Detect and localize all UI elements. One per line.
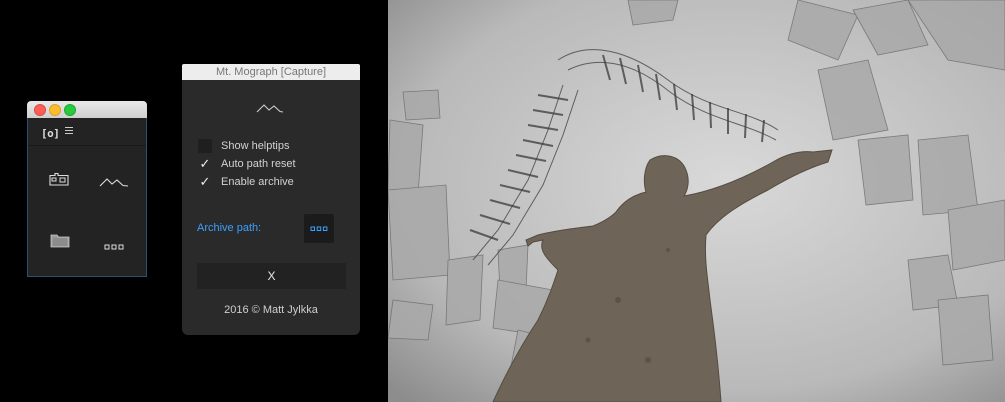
mini-window-titlebar[interactable] (27, 101, 147, 118)
dots-icon (310, 226, 328, 231)
mini-window: [o] (27, 101, 147, 277)
show-helptips-checkbox[interactable] (198, 139, 212, 153)
enable-archive-checkbox[interactable]: ✓ (198, 175, 212, 189)
capture-settings-panel: Show helptips ✓ Auto path reset ✓ Enable… (182, 80, 360, 335)
mountain-icon (256, 104, 284, 113)
archive-folder-button[interactable] (50, 233, 70, 253)
archive-path-label[interactable]: Archive path: (197, 222, 261, 234)
archive-path-browse-button[interactable] (304, 214, 334, 243)
dots-icon (104, 244, 124, 250)
auto-path-reset-label: Auto path reset (221, 158, 296, 170)
camera-icon (49, 172, 69, 186)
minimize-window-button[interactable] (49, 104, 61, 116)
mograph-button[interactable] (99, 174, 129, 192)
app-logo: [o] (41, 127, 60, 140)
folder-icon (50, 234, 70, 248)
more-button[interactable] (104, 237, 124, 255)
mini-toolbar: [o] (28, 118, 146, 146)
hamburger-icon[interactable] (65, 126, 73, 138)
enable-archive-label: Enable archive (221, 176, 294, 188)
maximize-window-button[interactable] (64, 104, 76, 116)
close-panel-button[interactable]: X (197, 263, 346, 289)
mini-window-body: [o] (27, 118, 147, 277)
mountain-icon (99, 178, 129, 187)
auto-path-reset-checkbox[interactable]: ✓ (198, 157, 212, 171)
close-window-button[interactable] (34, 104, 46, 116)
panel-logo (256, 100, 284, 118)
capture-button[interactable] (49, 172, 69, 191)
artwork-image (388, 0, 1005, 402)
panel-title: Mt. Mograph [Capture] (182, 64, 360, 80)
show-helptips-label: Show helptips (221, 140, 290, 152)
copyright-text: 2016 © Matt Jylkka (224, 304, 318, 316)
